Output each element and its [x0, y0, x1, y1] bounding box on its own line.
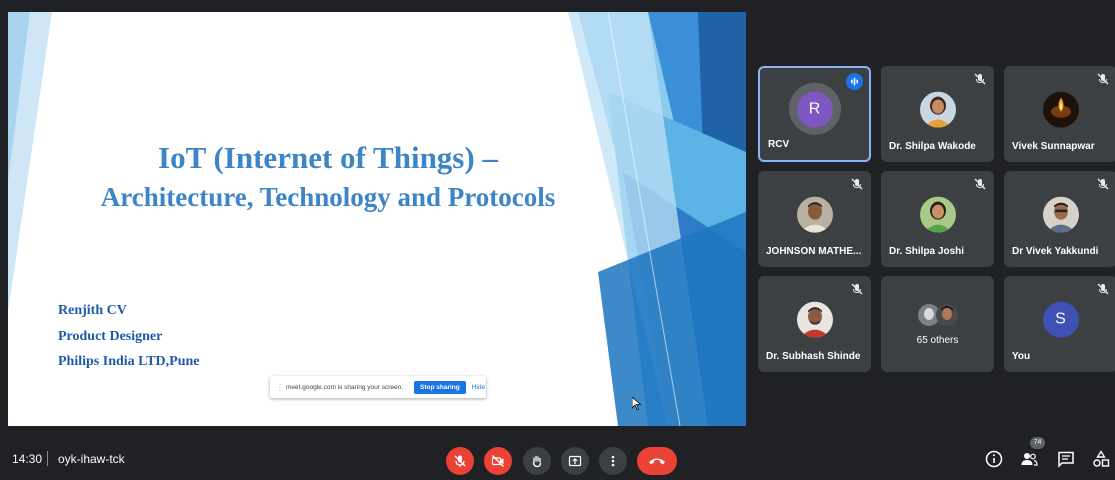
- mic-toggle-button[interactable]: [446, 447, 474, 475]
- participant-tile-johnson[interactable]: JOHNSON MATHE...: [758, 171, 871, 267]
- drag-handle-icon[interactable]: ⋮: [276, 383, 284, 392]
- hide-button[interactable]: Hide: [472, 384, 485, 391]
- meeting-controls-bar: 14:30 oyk-ihaw-tck: [0, 438, 1115, 480]
- presenter-company: Philips India LTD,Pune: [58, 354, 200, 369]
- avatar: R: [796, 91, 833, 128]
- screen-share-notification: ⋮ meet.google.com is sharing your screen…: [270, 376, 486, 398]
- participant-tile-vivek-sunnapwar[interactable]: Vivek Sunnapwar: [1004, 66, 1115, 162]
- participant-tile-shilpa-wakode[interactable]: Dr. Shilpa Wakode: [881, 66, 994, 162]
- participant-name: Dr. Subhash Shinde: [766, 351, 861, 362]
- avatar: [919, 196, 956, 233]
- mic-off-icon: [1097, 73, 1109, 85]
- others-count: 65 others: [916, 335, 959, 346]
- stop-sharing-button[interactable]: Stop sharing: [414, 380, 466, 394]
- divider: [47, 451, 48, 466]
- mic-off-icon: [454, 455, 466, 467]
- participant-count-badge: 74: [1030, 437, 1045, 449]
- mic-off-icon: [851, 283, 863, 295]
- slide-title: IoT (Internet of Things) –: [158, 140, 498, 175]
- mic-off-icon: [851, 178, 863, 190]
- presenter-role: Product Designer: [58, 329, 163, 344]
- meeting-clock: 14:30: [12, 452, 43, 466]
- participant-name: Dr Vivek Yakkundi: [1012, 246, 1099, 257]
- participant-name: Vivek Sunnapwar: [1012, 141, 1095, 152]
- participant-tile-vivek-yakkundi[interactable]: Dr Vivek Yakkundi: [1004, 171, 1115, 267]
- meet-window: IoT (Internet of Things) – Architecture,…: [0, 0, 1115, 480]
- more-options-button[interactable]: [599, 447, 627, 475]
- shared-presentation: IoT (Internet of Things) – Architecture,…: [8, 12, 746, 426]
- presenter-name: Renjith CV: [58, 303, 127, 318]
- raise-hand-icon: [532, 455, 542, 468]
- end-call-icon: [649, 458, 665, 465]
- slide-subtitle: Architecture, Technology and Protocols: [100, 182, 556, 212]
- more-options-icon: [611, 455, 615, 467]
- present-icon: [568, 455, 582, 467]
- participant-name: JOHNSON MATHE...: [766, 246, 862, 257]
- others-tile[interactable]: 65 others: [881, 276, 994, 372]
- avatar: [796, 196, 833, 233]
- others-avatars: [918, 304, 958, 326]
- camera-off-icon: [491, 455, 504, 467]
- present-now-button[interactable]: [561, 447, 589, 475]
- meeting-code: oyk-ihaw-tck: [58, 452, 125, 466]
- raise-hand-button[interactable]: [523, 447, 551, 475]
- info-icon[interactable]: [985, 450, 1003, 468]
- mic-off-icon: [974, 178, 986, 190]
- avatar: [1042, 91, 1079, 128]
- chat-icon[interactable]: [1057, 450, 1075, 468]
- avatar: [919, 91, 956, 128]
- participant-tile-shilpa-joshi[interactable]: Dr. Shilpa Joshi: [881, 171, 994, 267]
- people-icon[interactable]: [1020, 450, 1038, 468]
- participant-name: RCV: [768, 139, 790, 150]
- participant-tile-subhash-shinde[interactable]: Dr. Subhash Shinde: [758, 276, 871, 372]
- participant-tile-rcv[interactable]: R RCV: [758, 66, 871, 162]
- mic-off-icon: [1097, 178, 1109, 190]
- avatar: S: [1042, 301, 1079, 338]
- mic-off-icon: [1097, 283, 1109, 295]
- mic-off-icon: [974, 73, 986, 85]
- speaking-indicator-icon: [846, 73, 863, 90]
- mouse-cursor-icon: [632, 397, 641, 410]
- leave-call-button[interactable]: [637, 447, 677, 475]
- avatar: [796, 301, 833, 338]
- share-message: meet.google.com is sharing your screen.: [286, 383, 404, 391]
- participant-tile-you[interactable]: S You: [1004, 276, 1115, 372]
- camera-toggle-button[interactable]: [484, 447, 512, 475]
- avatar: [1042, 196, 1079, 233]
- participant-name: Dr. Shilpa Joshi: [889, 246, 965, 257]
- participant-name: Dr. Shilpa Wakode: [889, 141, 976, 152]
- participant-name: You: [1012, 351, 1031, 362]
- activities-icon[interactable]: [1092, 450, 1110, 468]
